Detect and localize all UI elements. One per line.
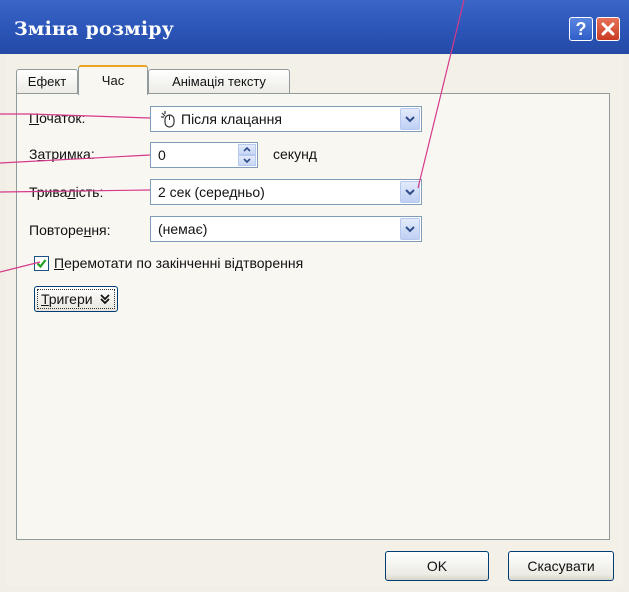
repeat-select[interactable]: (немає) [150,216,422,242]
ok-button-label: OK [426,558,448,574]
start-dropdown-button[interactable] [400,108,420,130]
help-button[interactable]: ? [569,17,593,41]
triggers-button[interactable]: Тригери [34,286,118,312]
help-icon: ? [575,18,587,39]
rewind-label[interactable]: Перемотати по закінченні відтворення [54,255,303,271]
window-title: Зміна розміру [14,18,175,40]
chevron-down-icon [405,189,415,196]
duration-select[interactable]: 2 сек (середньо) [150,179,422,205]
duration-label: Тривалість: [29,184,104,200]
tab-effect[interactable]: Ефект [16,69,78,93]
cancel-button-label: Скасувати [527,558,595,574]
chevron-down-icon [243,158,251,163]
double-chevron-down-icon [99,294,110,305]
duration-value: 2 сек (середньо) [158,184,265,200]
duration-dropdown-button[interactable] [400,181,420,203]
repeat-dropdown-button[interactable] [400,218,420,240]
dialog-body: Ефект Час Анімація тексту Початок: Після… [6,54,623,586]
mouse-click-icon [161,111,175,128]
cancel-button[interactable]: Скасувати [508,551,614,581]
chevron-down-icon [405,226,415,233]
start-select[interactable]: Після клацання [150,106,422,132]
repeat-value: (немає) [158,221,208,237]
repeat-label: Повторення: [29,222,111,238]
delay-label: Затримка: [29,146,95,162]
delay-increment-button[interactable] [238,144,256,155]
close-button[interactable] [596,17,620,41]
tab-effect-label: Ефект [27,74,67,89]
close-icon [601,22,615,36]
delay-unit-label: секунд [273,146,317,162]
checkmark-icon [36,259,47,269]
triggers-label: Тригери [41,291,93,307]
tab-text-animation-label: Анімація тексту [172,74,266,89]
tab-panel-time: Початок: Після клацання Затримка: 0 секу… [16,93,610,540]
chevron-up-icon [243,147,251,152]
delay-spin-buttons[interactable] [238,144,256,166]
rewind-checkbox[interactable] [34,256,49,271]
delay-value: 0 [158,147,166,163]
tab-time[interactable]: Час [78,65,148,95]
delay-stepper[interactable]: 0 [150,142,258,168]
delay-decrement-button[interactable] [238,155,256,166]
ok-button[interactable]: OK [385,551,489,581]
start-label: Початок: [29,110,86,126]
start-value: Після клацання [181,111,282,127]
tab-time-label: Час [101,73,125,88]
chevron-down-icon [405,116,415,123]
title-bar: Зміна розміру ? [0,0,629,54]
dialog-window: Зміна розміру ? Ефект Час Анімація текст… [0,0,629,592]
tab-text-animation[interactable]: Анімація тексту [148,69,290,93]
